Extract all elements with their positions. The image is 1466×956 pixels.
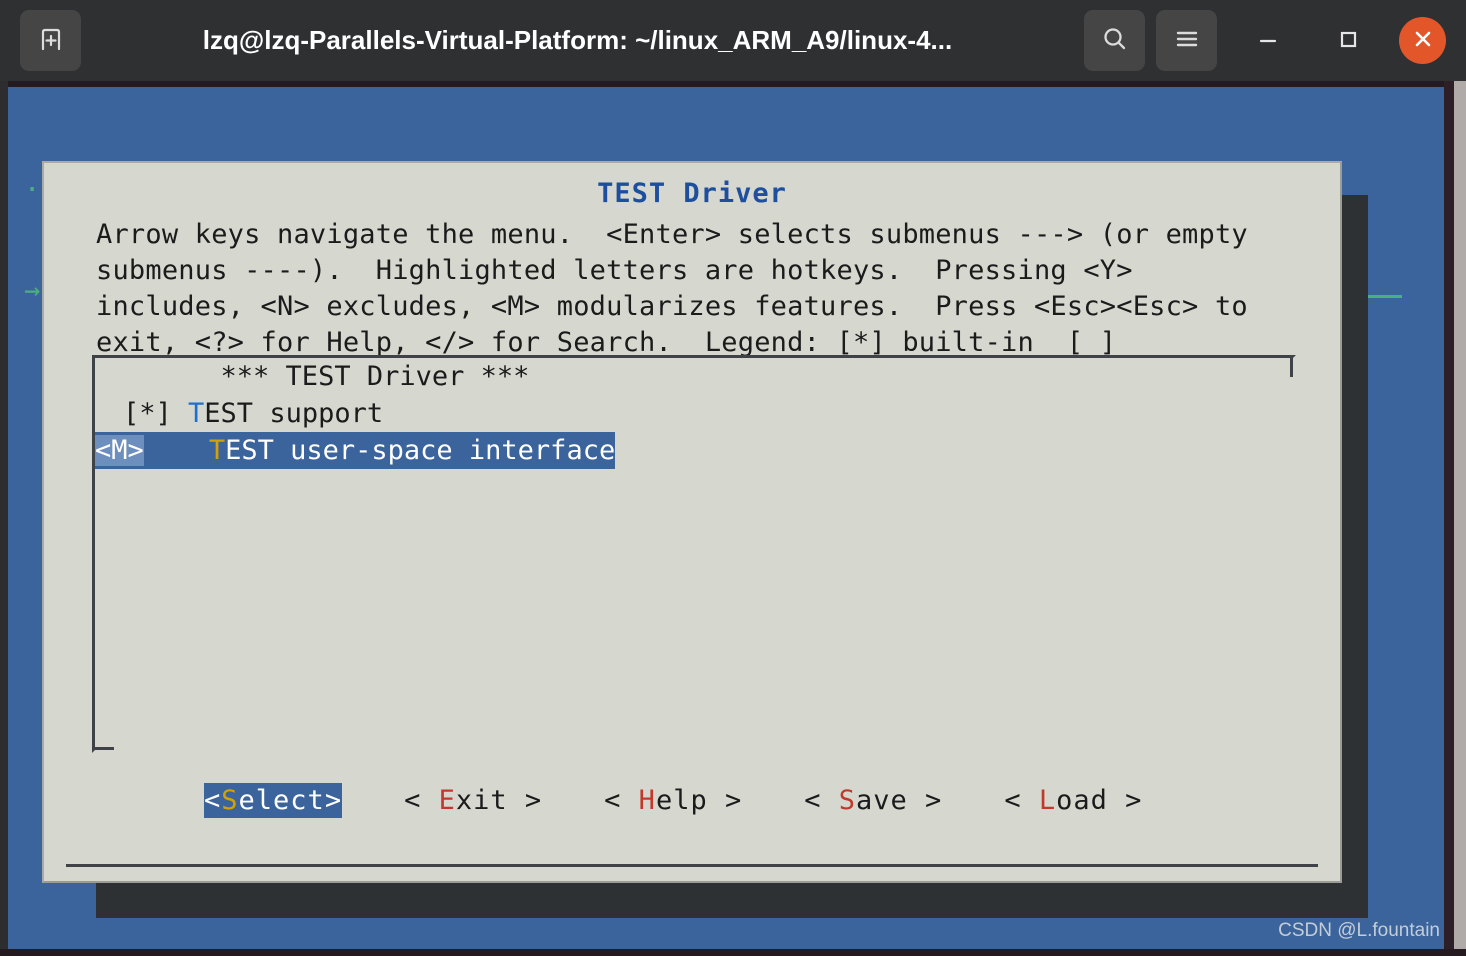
save-button-bracket-right: >	[907, 785, 943, 816]
window-edge-left	[0, 81, 8, 956]
window-scrollbar[interactable]	[1454, 81, 1466, 956]
listbox-border-bl	[92, 747, 114, 750]
help-button-bracket-right: >	[707, 785, 743, 816]
window-title: lzq@lzq-Parallels-Virtual-Platform: ~/li…	[202, 25, 953, 55]
window-edge-bottom	[0, 949, 1466, 956]
terminal-content[interactable]: .config - Linux/x86 4.14.7 Kernel Config…	[0, 81, 1466, 956]
menu-item-spacer	[144, 435, 209, 466]
save-button-hotkey: S	[838, 785, 857, 816]
search-button[interactable]	[1084, 10, 1145, 71]
menu-item-marker-cursor: <M>	[95, 435, 144, 466]
window-edge-top	[0, 81, 1466, 87]
maximize-button[interactable]	[1323, 16, 1373, 66]
menu-item-test-user-space-interface[interactable]: <M> TEST user-space interface	[95, 432, 616, 469]
menu-item-hotkey: T	[188, 398, 205, 429]
menu-item-hotkey: T	[208, 435, 226, 466]
save-button-bracket-left: <	[804, 785, 839, 816]
dialog-help-text: Arrow keys navigate the menu. <Enter> se…	[96, 219, 1248, 358]
exit-button-bracket-left: <	[404, 785, 439, 816]
select-button-bracket-left: <	[204, 785, 222, 816]
load-button-bracket-left: <	[1004, 785, 1039, 816]
new-tab-button[interactable]	[20, 10, 81, 71]
menu-section-header: *** TEST Driver ***	[123, 361, 530, 392]
terminal-window: lzq@lzq-Parallels-Virtual-Platform: ~/li…	[0, 0, 1466, 956]
new-tab-icon	[38, 26, 64, 56]
dialog-title: TEST Driver	[597, 178, 787, 209]
listbox-border-tr-h	[1271, 355, 1293, 358]
close-icon	[1411, 27, 1435, 55]
hamburger-menu-button[interactable]	[1156, 10, 1217, 71]
menu-item-label: EST user-space interface	[225, 435, 616, 466]
search-icon	[1100, 24, 1130, 58]
exit-button-hotkey: E	[438, 785, 456, 816]
maximize-icon	[1337, 28, 1359, 54]
exit-button-bracket-right: >	[507, 785, 543, 816]
load-button[interactable]: < Load >	[1004, 785, 1142, 816]
hamburger-menu-icon	[1173, 27, 1201, 55]
close-button[interactable]	[1399, 17, 1446, 64]
help-button-bracket-left: <	[604, 785, 639, 816]
menu-item-marker: [*]	[123, 398, 189, 429]
test-driver-dialog: TEST Driver Arrow keys navigate the menu…	[42, 161, 1342, 883]
select-button[interactable]: <Select>	[204, 783, 343, 818]
minimize-icon	[1257, 28, 1279, 54]
save-button[interactable]: < Save >	[804, 785, 942, 816]
exit-button[interactable]: < Exit >	[404, 785, 542, 816]
menu-item-test-user-space-interface-row[interactable]: <M> TEST user-space interface	[95, 432, 1293, 469]
dialog-button-row: <Select> < Exit > < Help > < Save > < Lo…	[44, 783, 1344, 818]
save-button-label: ave	[856, 785, 908, 816]
load-button-hotkey: L	[1038, 785, 1057, 816]
exit-button-label: xit	[455, 785, 508, 816]
select-button-label: elect	[238, 785, 325, 816]
menu-item-label: EST support	[204, 398, 384, 429]
dialog-bottom-rule	[66, 864, 1318, 867]
menu-item-test-support[interactable]: [*] TEST support	[95, 395, 1293, 432]
watermark: CSDN @L.fountain	[1278, 920, 1440, 941]
help-button-hotkey: H	[638, 785, 656, 816]
help-button[interactable]: < Help >	[604, 785, 742, 816]
menu-listbox[interactable]: *** TEST Driver *** [*] TEST support <M>…	[92, 355, 1296, 753]
minimize-button[interactable]	[1243, 16, 1293, 66]
select-button-hotkey: S	[221, 785, 239, 816]
load-button-label: oad	[1056, 785, 1108, 816]
load-button-bracket-right: >	[1107, 785, 1143, 816]
help-button-label: elp	[655, 785, 708, 816]
window-edge-right	[1444, 81, 1454, 956]
window-titlebar: lzq@lzq-Parallels-Virtual-Platform: ~/li…	[0, 0, 1466, 81]
listbox-border-tr-v	[1290, 355, 1293, 377]
select-button-bracket-right: >	[324, 785, 343, 816]
